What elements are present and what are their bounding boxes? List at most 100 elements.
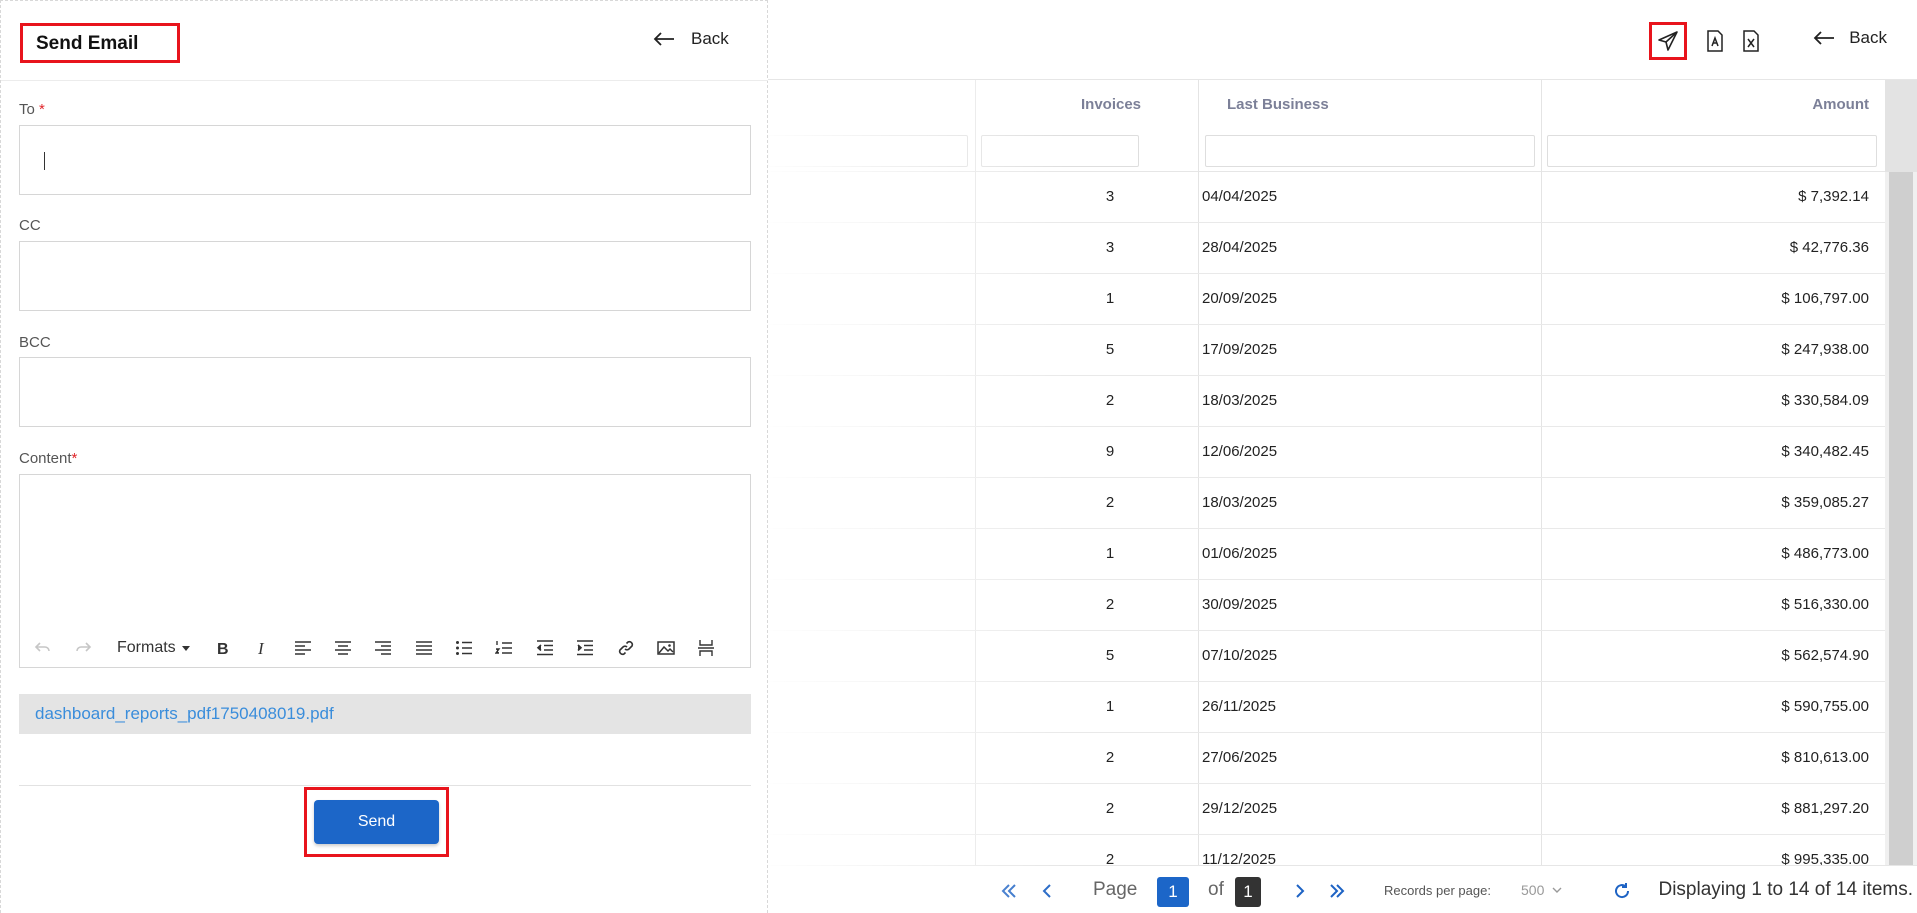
undo-icon [34, 642, 50, 652]
insert-link-button[interactable] [615, 637, 637, 659]
export-pdf-button[interactable] [1696, 22, 1734, 60]
redo-button[interactable] [72, 637, 94, 659]
column-header-last-business[interactable]: Last Business [1227, 96, 1329, 113]
scrollbar-thumb[interactable] [1889, 172, 1913, 865]
table-row[interactable]: 2 29/12/2025 $ 881,297.20 [768, 784, 1885, 835]
send-button[interactable]: Send [314, 800, 439, 844]
formats-label: Formats [117, 639, 176, 656]
table-row[interactable]: 2 18/03/2025 $ 359,085.27 [768, 478, 1885, 529]
column-header-amount[interactable]: Amount [1812, 96, 1869, 113]
records-per-page-select[interactable]: 500 [1521, 882, 1562, 898]
displaying-items-text: Displaying 1 to 14 of 14 items. [1658, 879, 1913, 900]
table-row[interactable]: 2 30/09/2025 $ 516,330.00 [768, 580, 1885, 631]
undo-button[interactable] [32, 637, 54, 659]
bcc-field[interactable] [19, 357, 751, 427]
cell-invoices: 2 [1105, 494, 1115, 511]
report-back-button[interactable]: Back [1813, 28, 1887, 48]
send-icon [1658, 31, 1678, 51]
bold-button[interactable]: B [211, 637, 233, 659]
table-row[interactable]: 1 20/09/2025 $ 106,797.00 [768, 274, 1885, 325]
align-left-icon [295, 641, 311, 655]
align-right-button[interactable] [372, 637, 394, 659]
table-row[interactable]: 1 26/11/2025 $ 590,755.00 [768, 682, 1885, 733]
cell-amount: $ 106,797.00 [1781, 290, 1869, 307]
align-center-icon [335, 641, 351, 655]
excel-icon [1743, 30, 1759, 52]
indent-button[interactable] [574, 637, 596, 659]
cell-amount: $ 810,613.00 [1781, 749, 1869, 766]
cell-invoices: 1 [1105, 290, 1115, 307]
cell-invoices: 5 [1105, 647, 1115, 664]
content-label: Content* [19, 450, 77, 467]
align-center-button[interactable] [332, 637, 354, 659]
vertical-scrollbar[interactable] [1885, 80, 1917, 865]
table-row[interactable]: 5 07/10/2025 $ 562,574.90 [768, 631, 1885, 682]
chevron-down-icon [1552, 887, 1562, 893]
outdent-button[interactable] [534, 637, 556, 659]
cell-amount: $ 562,574.90 [1781, 647, 1869, 664]
attachment-link[interactable]: dashboard_reports_pdf1750408019.pdf [35, 704, 334, 724]
prev-page-button[interactable] [1036, 880, 1058, 902]
table-row[interactable]: 3 28/04/2025 $ 42,776.36 [768, 223, 1885, 274]
align-left-button[interactable] [292, 637, 314, 659]
cell-last-business: 18/03/2025 [1202, 494, 1278, 511]
caret-down-icon [181, 645, 190, 651]
bullet-list-icon [456, 641, 472, 655]
filter-input[interactable] [768, 135, 968, 167]
report-back-label: Back [1849, 28, 1887, 47]
cell-last-business: 18/03/2025 [1202, 392, 1278, 409]
indent-icon [577, 640, 593, 656]
cell-last-business: 17/09/2025 [1202, 341, 1278, 358]
filter-input-last-business[interactable] [1205, 135, 1535, 167]
grid-header: Invoices Last Business Amount [768, 80, 1885, 172]
report-toolbar: Back [768, 0, 1917, 80]
page-break-button[interactable] [695, 637, 717, 659]
cell-amount: $ 590,755.00 [1781, 698, 1869, 715]
numbered-list-button[interactable] [493, 637, 515, 659]
send-email-button[interactable] [1649, 22, 1687, 60]
align-right-icon [375, 641, 391, 655]
table-row[interactable]: 3 04/04/2025 $ 7,392.14 [768, 172, 1885, 223]
italic-icon: I [257, 639, 265, 657]
content-editor[interactable]: Formats B I [19, 474, 751, 668]
current-page-input[interactable]: 1 [1157, 877, 1189, 907]
page-break-icon [698, 640, 714, 656]
refresh-button[interactable] [1611, 880, 1633, 902]
panel-header: Send Email Back [1, 1, 768, 81]
filter-input-amount[interactable] [1547, 135, 1877, 167]
cell-amount: $ 330,584.09 [1781, 392, 1869, 409]
panel-title: Send Email [20, 23, 180, 63]
last-page-button[interactable] [1326, 880, 1348, 902]
export-excel-button[interactable] [1732, 22, 1770, 60]
cell-invoices: 2 [1105, 800, 1115, 817]
insert-image-button[interactable] [655, 637, 677, 659]
align-justify-button[interactable] [413, 637, 435, 659]
cell-invoices: 3 [1105, 188, 1115, 205]
table-row[interactable]: 2 27/06/2025 $ 810,613.00 [768, 733, 1885, 784]
table-row[interactable]: 1 01/06/2025 $ 486,773.00 [768, 529, 1885, 580]
table-row[interactable]: 5 17/09/2025 $ 247,938.00 [768, 325, 1885, 376]
align-justify-icon [416, 641, 432, 655]
redo-icon [76, 642, 92, 652]
bcc-label: BCC [19, 334, 51, 351]
panel-back-button[interactable]: Back [653, 29, 729, 49]
footer-divider [19, 785, 751, 786]
image-icon [657, 641, 675, 655]
filter-input-invoices[interactable] [981, 135, 1139, 167]
cc-field[interactable] [19, 241, 751, 311]
cell-invoices: 2 [1105, 392, 1115, 409]
first-page-button[interactable] [998, 880, 1020, 902]
formats-dropdown[interactable]: Formats [117, 639, 190, 657]
send-email-panel: Send Email Back To * CC BCC Content* For [0, 0, 768, 913]
bullet-list-button[interactable] [453, 637, 475, 659]
italic-button[interactable]: I [251, 637, 273, 659]
records-per-page-label: Records per page: [1384, 883, 1491, 898]
table-row[interactable]: 9 12/06/2025 $ 340,482.45 [768, 427, 1885, 478]
to-field[interactable] [19, 125, 751, 195]
table-row[interactable]: 2 18/03/2025 $ 330,584.09 [768, 376, 1885, 427]
to-label: To * [19, 101, 45, 118]
bold-icon: B [217, 641, 229, 657]
next-page-button[interactable] [1289, 880, 1311, 902]
prev-page-icon [1042, 884, 1051, 898]
column-header-invoices[interactable]: Invoices [1061, 96, 1161, 113]
